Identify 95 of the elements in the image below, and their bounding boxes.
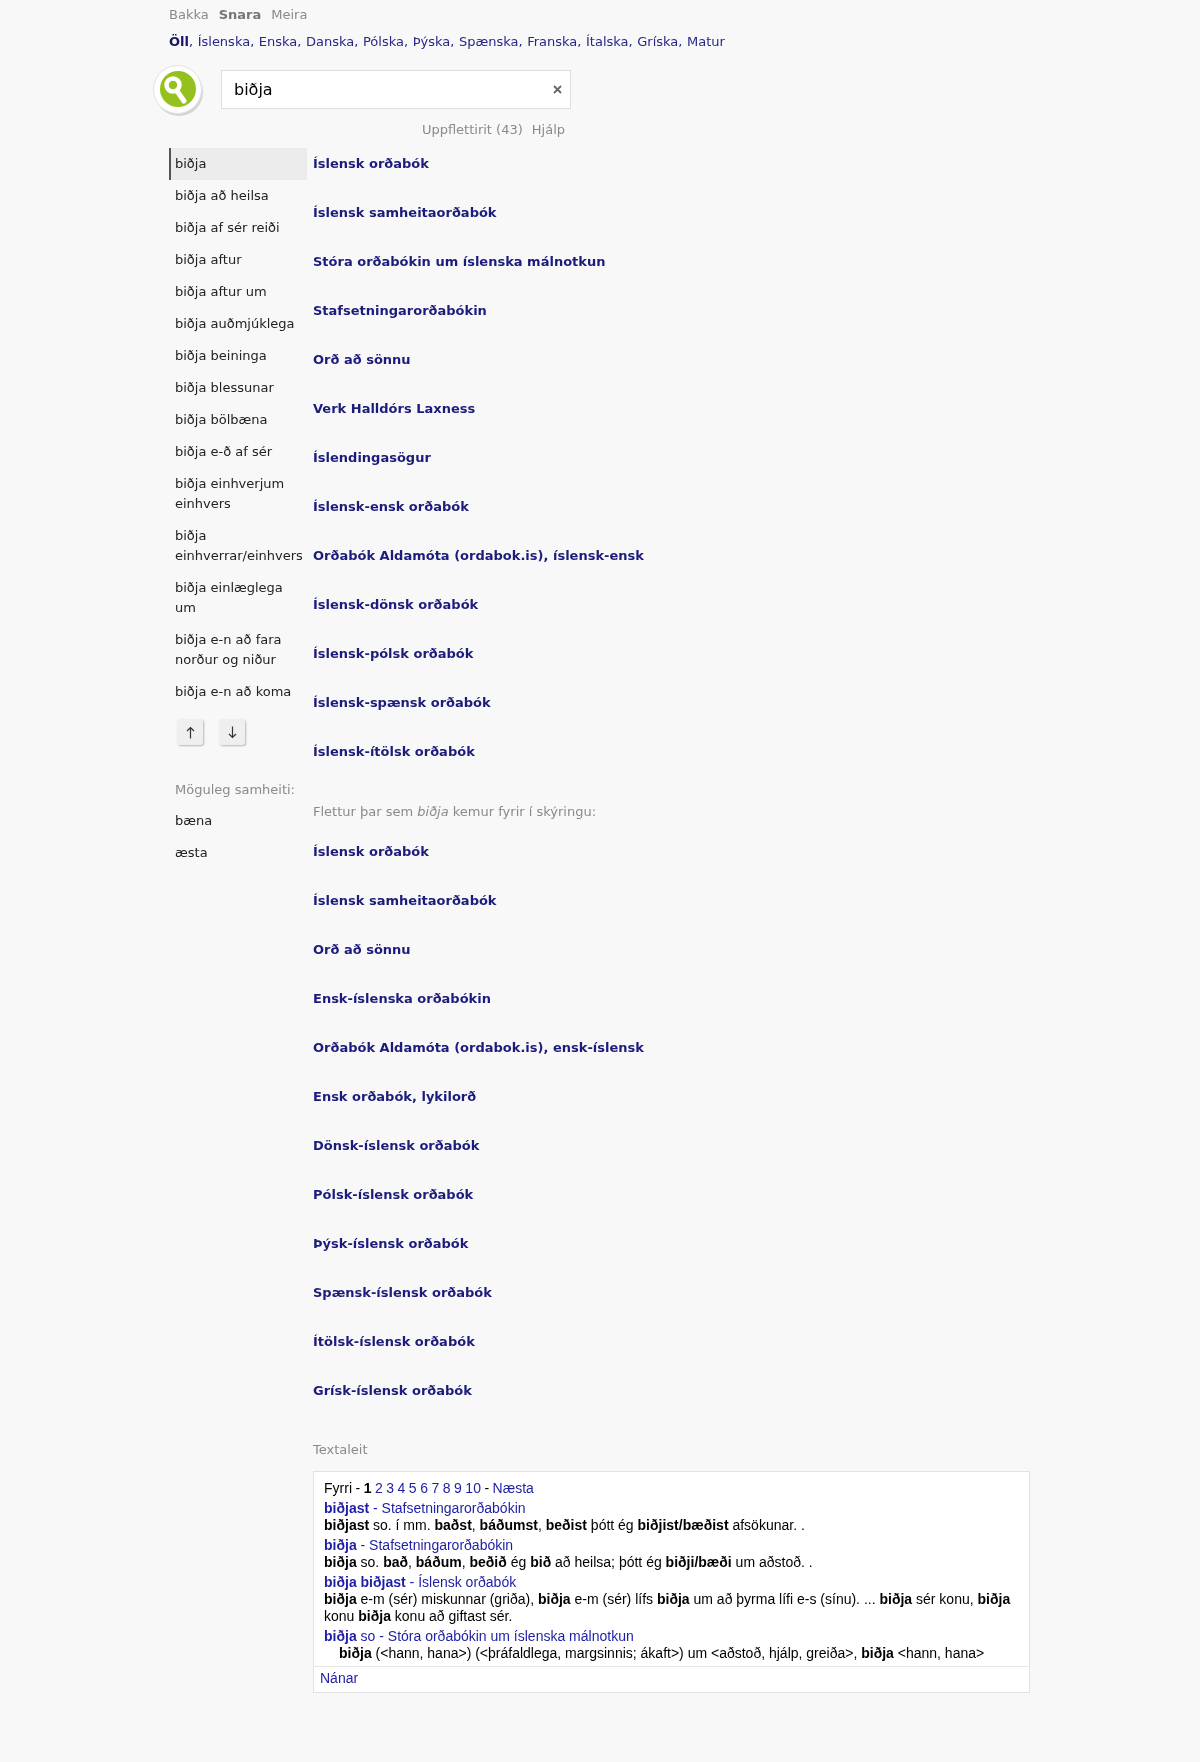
page-link[interactable]: 8 (442, 1480, 451, 1497)
hit-snippet: biðja so. bað, báðum, beðið ég bið að heilsa; þótt ég biðji/bæði um aðstoð. . (324, 1554, 814, 1571)
list-separator: , (354, 33, 359, 51)
page-separator: - (484, 1480, 490, 1497)
dictionary-link[interactable]: Ensk-íslenska orðabókin (313, 989, 491, 1009)
language-link[interactable]: Gríska (637, 32, 679, 52)
page-link[interactable]: 1 (363, 1480, 372, 1497)
language-link[interactable]: Ítalska (586, 32, 629, 52)
dictionary-link[interactable]: Þýsk-íslensk orðabók (313, 1234, 469, 1254)
more-link[interactable]: Nánar (320, 1670, 359, 1686)
dictionary-link[interactable]: Orðabók Aldamóta (ordabok.is), íslensk-ensk (313, 546, 644, 566)
section-heading: Möguleg samheiti: (175, 781, 296, 799)
page-link[interactable]: 6 (420, 1480, 428, 1497)
list-separator: , (518, 33, 523, 51)
dictionary-link[interactable]: Íslensk-ensk orðabók (313, 497, 469, 517)
entry-link[interactable]: biðja auðmjúklega (169, 308, 307, 340)
list-separator: , (250, 33, 255, 51)
list-separator: , (628, 33, 633, 51)
hit-title-link[interactable]: biðjast - Stafsetningarorðabókin (324, 1500, 1019, 1517)
scroll-down-button[interactable] (219, 719, 245, 745)
language-link[interactable]: Pólska (363, 32, 404, 52)
entry-link[interactable]: biðja einlæglega um (169, 572, 307, 624)
page-link[interactable]: 3 (386, 1480, 395, 1497)
dictionary-link[interactable]: Spænsk-íslensk orðabók (313, 1283, 492, 1303)
language-link[interactable]: Enska (258, 32, 298, 52)
hit-title-link[interactable]: biðja biðjast - Íslensk orðabók (324, 1574, 1019, 1591)
hit-snippet: biðjast so. í mm. baðst, báðumst, beðist þótt ég biðjist/bæðist afsökunar. . (324, 1517, 806, 1534)
language-link[interactable]: Danska (306, 32, 355, 52)
entry-link[interactable]: biðja einhverrar/einhvers (169, 520, 307, 572)
entry-link[interactable]: biðja blessunar (169, 372, 307, 404)
entry-link[interactable]: biðja einhverjum einhvers (169, 468, 307, 520)
entry-link[interactable]: biðja bölbæna (169, 404, 307, 436)
dictionary-link[interactable]: Íslensk-dönsk orðabók (313, 595, 479, 615)
hit-snippet: biðja (<hann, hana>) (<þráfaldlega, margsinnis; ákaft>) um <aðstoð, hjálp, greiða>, biðja <hann, hana> (338, 1645, 986, 1662)
close-icon (553, 85, 562, 94)
section-heading: Textaleit (313, 1441, 368, 1459)
dictionary-link[interactable]: Stóra orðabókin um íslenska málnotkun (313, 252, 606, 272)
hit-snippet: biðja e-m (sér) miskunnar (griða), biðja e-m (sér) lífs biðja um að þyrma lífi e-s (sínu). ... biðja sér konu, biðja konu biðja konu að giftast sér. (324, 1591, 1012, 1625)
dictionary-link[interactable]: Íslensk-spænsk orðabók (313, 693, 491, 713)
dictionary-link[interactable]: Pólsk-íslensk orðabók (313, 1185, 474, 1205)
scroll-up-button[interactable] (177, 719, 203, 745)
dictionary-link[interactable]: Orðabók Aldamóta (ordabok.is), ensk-íslensk (313, 1038, 644, 1058)
entry-link[interactable]: biðja e-n að koma (169, 676, 307, 708)
page-link[interactable]: 4 (397, 1480, 406, 1497)
dictionary-link[interactable]: Dönsk-íslensk orðabók (313, 1136, 480, 1156)
page-link[interactable]: 9 (454, 1480, 462, 1497)
section-heading: Flettur þar sem biðja kemur fyrir í skýringu: (313, 803, 597, 821)
language-link[interactable]: Matur (687, 32, 725, 52)
list-separator: , (188, 33, 194, 51)
page-link[interactable]: 5 (408, 1480, 417, 1497)
entry-link[interactable]: biðja e-ð af sér (169, 436, 307, 468)
dictionary-link[interactable]: Íslensk samheitaorðabók (313, 203, 497, 223)
entry-link[interactable]: biðja (169, 148, 307, 180)
synonym-link[interactable]: æsta (169, 837, 307, 869)
dictionary-link[interactable]: Verk Halldórs Laxness (313, 399, 476, 419)
list-separator: , (678, 33, 683, 51)
arrow-down-icon (227, 725, 237, 739)
list-separator: , (403, 33, 409, 51)
dictionary-link[interactable]: Íslensk orðabók (313, 842, 429, 862)
dictionary-link[interactable]: Grísk-íslensk orðabók (313, 1381, 472, 1401)
hit-title-link[interactable]: biðja - Stafsetningarorðabókin (324, 1537, 1019, 1554)
list-separator: , (297, 33, 302, 51)
nav-link[interactable]: Snara (218, 5, 262, 25)
page-link[interactable]: 7 (431, 1480, 440, 1497)
arrow-up-icon (185, 725, 195, 739)
hit-title-link[interactable]: biðja so - Stóra orðabókin um íslenska málnotkun (324, 1628, 1019, 1645)
search-field[interactable]: biðja (221, 70, 571, 109)
language-link[interactable]: Franska (527, 32, 578, 52)
dictionary-link[interactable]: Stafsetningarorðabókin (313, 301, 487, 321)
dictionary-link[interactable]: Orð að sönnu (313, 350, 411, 370)
page-link[interactable]: 2 (374, 1480, 383, 1497)
entry-link[interactable]: biðja aftur (169, 244, 307, 276)
synonym-link[interactable]: bæna (169, 805, 307, 837)
next-page-link[interactable]: Næsta (492, 1480, 534, 1497)
dictionary-link[interactable]: Íslensk-pólsk orðabók (313, 644, 474, 664)
dictionary-link[interactable]: Íslensk samheitaorðabók (313, 891, 497, 911)
language-link[interactable]: Öll (169, 32, 189, 52)
page-link[interactable]: 10 (465, 1480, 481, 1497)
page-separator: - (355, 1480, 361, 1497)
dictionary-link[interactable]: Orð að sönnu (313, 940, 411, 960)
entry-link[interactable]: biðja e-n að fara norður og niður (169, 624, 307, 676)
dictionary-link[interactable]: Íslensk-ítölsk orðabók (313, 742, 475, 762)
entry-link[interactable]: biðja af sér reiði (169, 212, 307, 244)
dictionary-link[interactable]: Ensk orðabók, lykilorð (313, 1087, 477, 1107)
list-separator: , (450, 33, 455, 51)
language-link[interactable]: Þýska (412, 32, 451, 52)
entry-link[interactable]: biðja beininga (169, 340, 307, 372)
dictionary-link[interactable]: Íslendingasögur (313, 448, 431, 468)
entry-link[interactable]: biðja aftur um (169, 276, 307, 308)
language-link[interactable]: Spænska (458, 32, 519, 52)
dictionary-link[interactable]: Ítölsk-íslensk orðabók (313, 1332, 475, 1352)
entry-link[interactable]: biðja að heilsa (169, 180, 307, 212)
list-separator: , (577, 33, 582, 51)
language-link[interactable]: Íslenska (197, 32, 251, 52)
dictionary-link[interactable]: Íslensk orðabók (313, 154, 429, 174)
